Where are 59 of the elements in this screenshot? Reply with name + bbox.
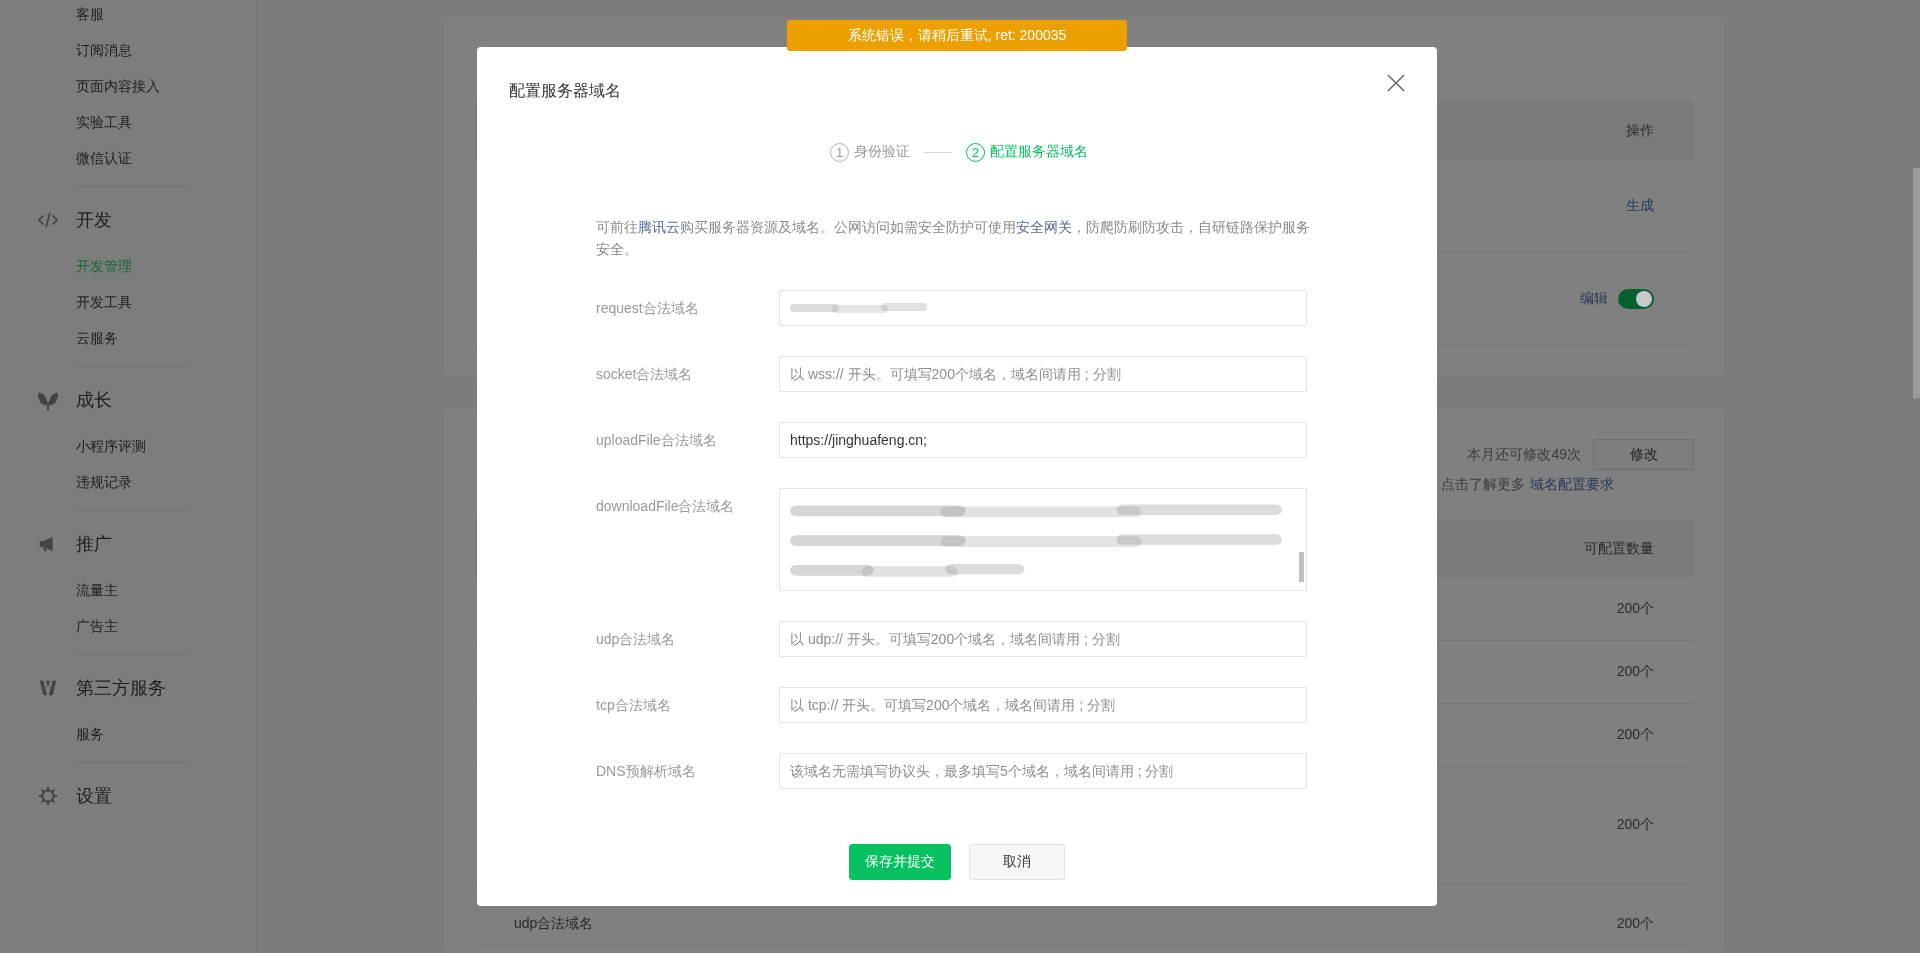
requirements-link[interactable]: 域名配置要求 [1530, 474, 1614, 494]
field-label: udp合法域名 [596, 630, 677, 649]
toggle-switch[interactable] [1618, 289, 1654, 309]
column-header: 操作 [1626, 121, 1654, 140]
table-cell: 200个 [1616, 915, 1654, 933]
scrollbar-thumb[interactable] [1299, 552, 1304, 582]
error-toast: 系统错误，请稍后重试, ret: 200035 [787, 20, 1127, 51]
nav-section-title[interactable]: 设置 [76, 784, 112, 808]
field-label: request合法域名 [596, 299, 700, 318]
hint-text: 点击了解更多 [1441, 475, 1525, 494]
edit-link[interactable]: 编辑 [1580, 290, 1608, 308]
input-field[interactable]: 以 udp:// 开头。可填写200个域名，域名间请用 ; 分割 [779, 621, 1307, 657]
nav-item[interactable]: 服务 [0, 716, 114, 752]
field-label: socket合法域名 [596, 365, 694, 384]
input-field[interactable]: 以 tcp:// 开头。可填写200个域名，域名间请用 ; 分割 [779, 687, 1307, 723]
nav-item[interactable]: 广告主 [0, 608, 128, 644]
table-cell: 200个 [1616, 816, 1654, 834]
quota-text: 本月还可修改49次 [1467, 445, 1581, 464]
modify-button[interactable]: 修改 [1593, 439, 1694, 470]
field-label: tcp合法域名 [596, 696, 672, 715]
nav-item[interactable]: 开发工具 [0, 284, 142, 320]
field-label: uploadFile合法域名 [596, 431, 718, 450]
step-indicator: 1 身份验证 [830, 142, 910, 162]
nav-item[interactable]: 流量主 [0, 572, 128, 608]
input-field[interactable]: 以 wss:// 开头。可填写200个域名，域名间请用 ; 分割 [779, 356, 1307, 392]
settings-icon [37, 785, 59, 807]
field-label: DNS预解析域名 [596, 762, 697, 781]
nav-item[interactable]: 违规记录 [0, 464, 142, 500]
nav-section-title[interactable]: 第三方服务 [76, 676, 166, 700]
table-cell: 200个 [1616, 726, 1654, 744]
input-field[interactable]: 该域名无需填写协议头，最多填写5个域名，域名间请用 ; 分割 [779, 753, 1307, 789]
nav-section-title[interactable]: 开发 [76, 208, 112, 232]
nav-section-title[interactable]: 成长 [76, 388, 112, 412]
nav-item[interactable]: 小程序评测 [0, 428, 156, 464]
nav-item[interactable]: 云服务 [0, 320, 128, 356]
nav-item[interactable]: 微信认证 [0, 140, 142, 176]
input-field[interactable]: https://jinghuafeng.cn; [779, 422, 1307, 458]
close-icon[interactable] [1387, 74, 1405, 92]
nav-item[interactable]: 实验工具 [0, 104, 142, 140]
column-header: 可配置数量 [1584, 539, 1654, 558]
step-indicator: 2 配置服务器域名 [966, 142, 1088, 162]
cancel-button[interactable]: 取消 [969, 844, 1065, 880]
input-field[interactable] [779, 290, 1307, 326]
table-cell: 200个 [1616, 600, 1654, 618]
generate-link[interactable]: 生成 [1626, 197, 1654, 215]
text-link[interactable]: 腾讯云 [638, 219, 680, 235]
table-cell: 200个 [1616, 663, 1654, 681]
nav-item[interactable]: 页面内容接入 [0, 68, 170, 104]
scrollbar-thumb[interactable] [1913, 168, 1920, 398]
textarea-field[interactable] [779, 488, 1307, 591]
nav-section-title[interactable]: 推广 [76, 532, 112, 556]
description-text: 可前往腾讯云购买服务器资源及域名。公网访问如需安全防护可使用安全网关，防爬防刷防攻击，自研链路保护服务安全。 [596, 218, 1311, 259]
dialog-title: 配置服务器域名 [509, 81, 621, 101]
submit-button[interactable]: 保存并提交 [849, 844, 951, 880]
nav-item[interactable]: 客服 [0, 0, 114, 32]
nav-item[interactable]: 订阅消息 [0, 32, 142, 68]
field-label: downloadFile合法域名 [596, 497, 736, 516]
table-cell: udp合法域名 [514, 915, 594, 933]
text-link[interactable]: 安全网关 [1016, 219, 1072, 235]
